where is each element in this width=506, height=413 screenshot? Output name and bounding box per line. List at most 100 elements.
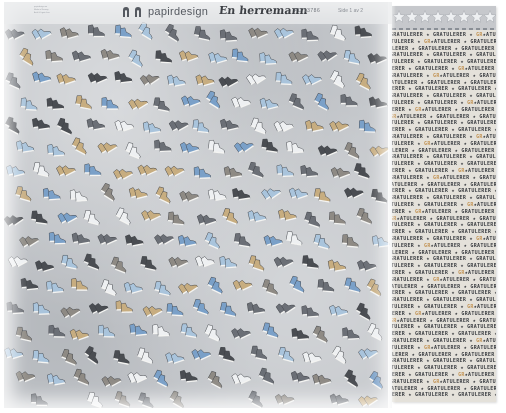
gratulerer-word: GRATULERER bbox=[433, 256, 467, 263]
gratulerer-word: GRATULERER bbox=[392, 32, 424, 38]
gratulerer-line: GRATULERER ★ GRATULERER ★ GR★ATULERER ★ … bbox=[392, 270, 496, 276]
gratulerer-word: GR★ATULERER bbox=[476, 338, 496, 344]
sneaker-icon bbox=[355, 302, 371, 321]
sneaker-icon bbox=[86, 391, 103, 408]
sneaker-icon bbox=[180, 323, 197, 339]
gratulerer-line: GRATULERER ★ GRATULERER ★ GRATULERER ★ G… bbox=[392, 324, 496, 330]
gratulerer-line: GRATULERER ★ GRATULERER ★ GR★ATULERER ★ … bbox=[392, 134, 496, 140]
sneaker-icon bbox=[248, 27, 269, 39]
fine-print: papirdesign.no Made in Norway Acid & Lig… bbox=[34, 6, 84, 15]
sneaker-icon bbox=[290, 370, 310, 383]
sneaker-icon bbox=[19, 47, 34, 67]
side-label: Side 1 av 2 bbox=[338, 8, 364, 14]
star-icon bbox=[457, 9, 471, 23]
sneaker-icon bbox=[31, 28, 52, 40]
gratulerer-word: GR★ATULERER bbox=[433, 174, 470, 181]
sneaker-icon bbox=[30, 210, 48, 225]
gratulerer-word: GRATULERER bbox=[415, 270, 449, 276]
torn-edge bbox=[388, 0, 396, 413]
gratulerer-word: GR★ATULERER bbox=[424, 140, 461, 147]
gratulerer-line: GRATULERER ★ GRATULERER ★ GRATULERER ★ G… bbox=[392, 263, 496, 269]
sneaker-icon bbox=[261, 279, 278, 296]
sneaker-icon bbox=[192, 299, 209, 316]
sneaker-icon bbox=[223, 166, 243, 179]
sneaker-icon bbox=[329, 304, 349, 317]
sneaker-icon bbox=[114, 24, 132, 39]
gratulerer-line: GRATULERER ★ GRATULERER ★ GRATULERER ★ G… bbox=[392, 154, 496, 160]
gratulerer-word: GR★ATULERER bbox=[392, 113, 427, 120]
gratulerer-word: GR★ATULERER bbox=[415, 106, 452, 113]
gratulerer-line: GR★ATULERER ★ GRATULERER ★ GRATULERER ★ … bbox=[392, 114, 496, 120]
sneaker-icon bbox=[168, 120, 189, 132]
sneaker-icon bbox=[329, 120, 350, 133]
gratulerer-word: GRATULERER bbox=[433, 358, 467, 365]
sneaker-icon bbox=[61, 348, 77, 366]
gratulerer-word: GRATULERER bbox=[418, 147, 452, 154]
sneaker-icon bbox=[313, 234, 330, 250]
gratulerer-line: GRATULERER ★ GRATULERER ★ GRATULERER ★ G… bbox=[392, 52, 496, 58]
sneaker-icon bbox=[304, 211, 320, 229]
gratulerer-word: GRATULERER bbox=[424, 324, 458, 331]
gratulerer-word: GR★ATULERER bbox=[433, 276, 470, 283]
gratulerer-word: GR★ATULERER bbox=[415, 208, 452, 215]
sneaker-icon bbox=[164, 23, 179, 43]
gratulerer-line: GRATULERER ★ GRATULERER ★ GR★ATULERER ★ … bbox=[392, 202, 496, 208]
sneaker-icon bbox=[302, 255, 319, 270]
sneaker-icon bbox=[196, 213, 217, 226]
gratulerer-word: GR★ATULERER bbox=[476, 236, 496, 242]
gratulerer-line: GRATULERER ★ GR★ATULERER ★ GRATULERER ★ … bbox=[392, 243, 496, 249]
star-row bbox=[392, 9, 496, 23]
gratulerer-word: GRATULERER bbox=[467, 263, 496, 270]
sneaker-icon bbox=[153, 369, 169, 388]
gratulerer-word: GRATULERER bbox=[470, 38, 496, 45]
gratulerer-line: GRATULERER ★ GRATULERER ★ GR★ATULERER ★ … bbox=[392, 168, 496, 174]
sneaker-icon bbox=[220, 118, 239, 131]
sneaker-icon bbox=[263, 235, 283, 247]
gratulerer-word: GRATULERER bbox=[461, 351, 495, 358]
sneaker-icon bbox=[232, 187, 251, 201]
sneaker-icon bbox=[43, 187, 61, 201]
gratulerer-word: GRATULERER bbox=[433, 236, 467, 242]
product-photo: papirdesign.no Made in Norway Acid & Lig… bbox=[0, 0, 506, 413]
sneaker-icon bbox=[45, 49, 63, 63]
sneaker-icon bbox=[16, 140, 35, 153]
sneaker-icon bbox=[247, 210, 267, 223]
sneaker-icon bbox=[288, 93, 304, 111]
gratulerer-word: GRATULERER bbox=[433, 52, 467, 59]
gratulerer-word: GRATULERER bbox=[479, 378, 496, 385]
sneaker-icon bbox=[355, 72, 371, 91]
gratulerer-word: GRATULERER bbox=[392, 378, 424, 385]
sneaker-icon bbox=[73, 368, 90, 386]
sneaker-icon bbox=[48, 231, 66, 245]
gratulerer-line: GRATULERER ★ GRATULERER ★ GR★ATULERER ★ … bbox=[392, 32, 496, 38]
gratulerer-word: GRATULERER bbox=[427, 79, 461, 86]
gratulerer-word: GR★ATULERER bbox=[424, 242, 461, 249]
gratulerer-word: GRATULERER bbox=[461, 208, 495, 215]
gratulerer-line: GRATULERER ★ GR★ATULERER ★ GRATULERER ★ … bbox=[392, 379, 496, 385]
sneaker-icon bbox=[344, 142, 360, 160]
sneaker-icon bbox=[274, 27, 295, 40]
sneaker-icon bbox=[113, 350, 130, 365]
sneaker-icon bbox=[114, 119, 134, 132]
gratulerer-word: GRATULERER bbox=[458, 392, 492, 399]
sneaker-icon bbox=[46, 97, 65, 111]
gratulerer-word: GRATULERER bbox=[424, 202, 458, 208]
gratulerer-word: GR★ATULERER bbox=[467, 202, 496, 208]
gratulerer-word: GRATULERER bbox=[392, 134, 424, 140]
gratulerer-word: GRATULERER bbox=[479, 215, 496, 222]
sneaker-icon bbox=[219, 29, 238, 42]
sneaker-icon bbox=[46, 280, 64, 294]
gratulerer-word: GRATULERER bbox=[424, 59, 458, 66]
sneaker-icon bbox=[137, 164, 158, 176]
sneaker-icon bbox=[312, 325, 328, 344]
sneaker-icon bbox=[100, 48, 120, 61]
gratulerer-word: GRATULERER bbox=[424, 222, 458, 229]
gratulerer-word: GR★ATULERER bbox=[424, 344, 461, 351]
sneaker-icon bbox=[32, 302, 50, 315]
sneaker-icon bbox=[128, 98, 149, 111]
sneaker-icon bbox=[278, 209, 297, 222]
sneaker-icon bbox=[341, 234, 359, 248]
sneaker-icon bbox=[164, 165, 185, 177]
sneaker-icon bbox=[219, 302, 237, 318]
sneaker-icon bbox=[301, 28, 319, 42]
